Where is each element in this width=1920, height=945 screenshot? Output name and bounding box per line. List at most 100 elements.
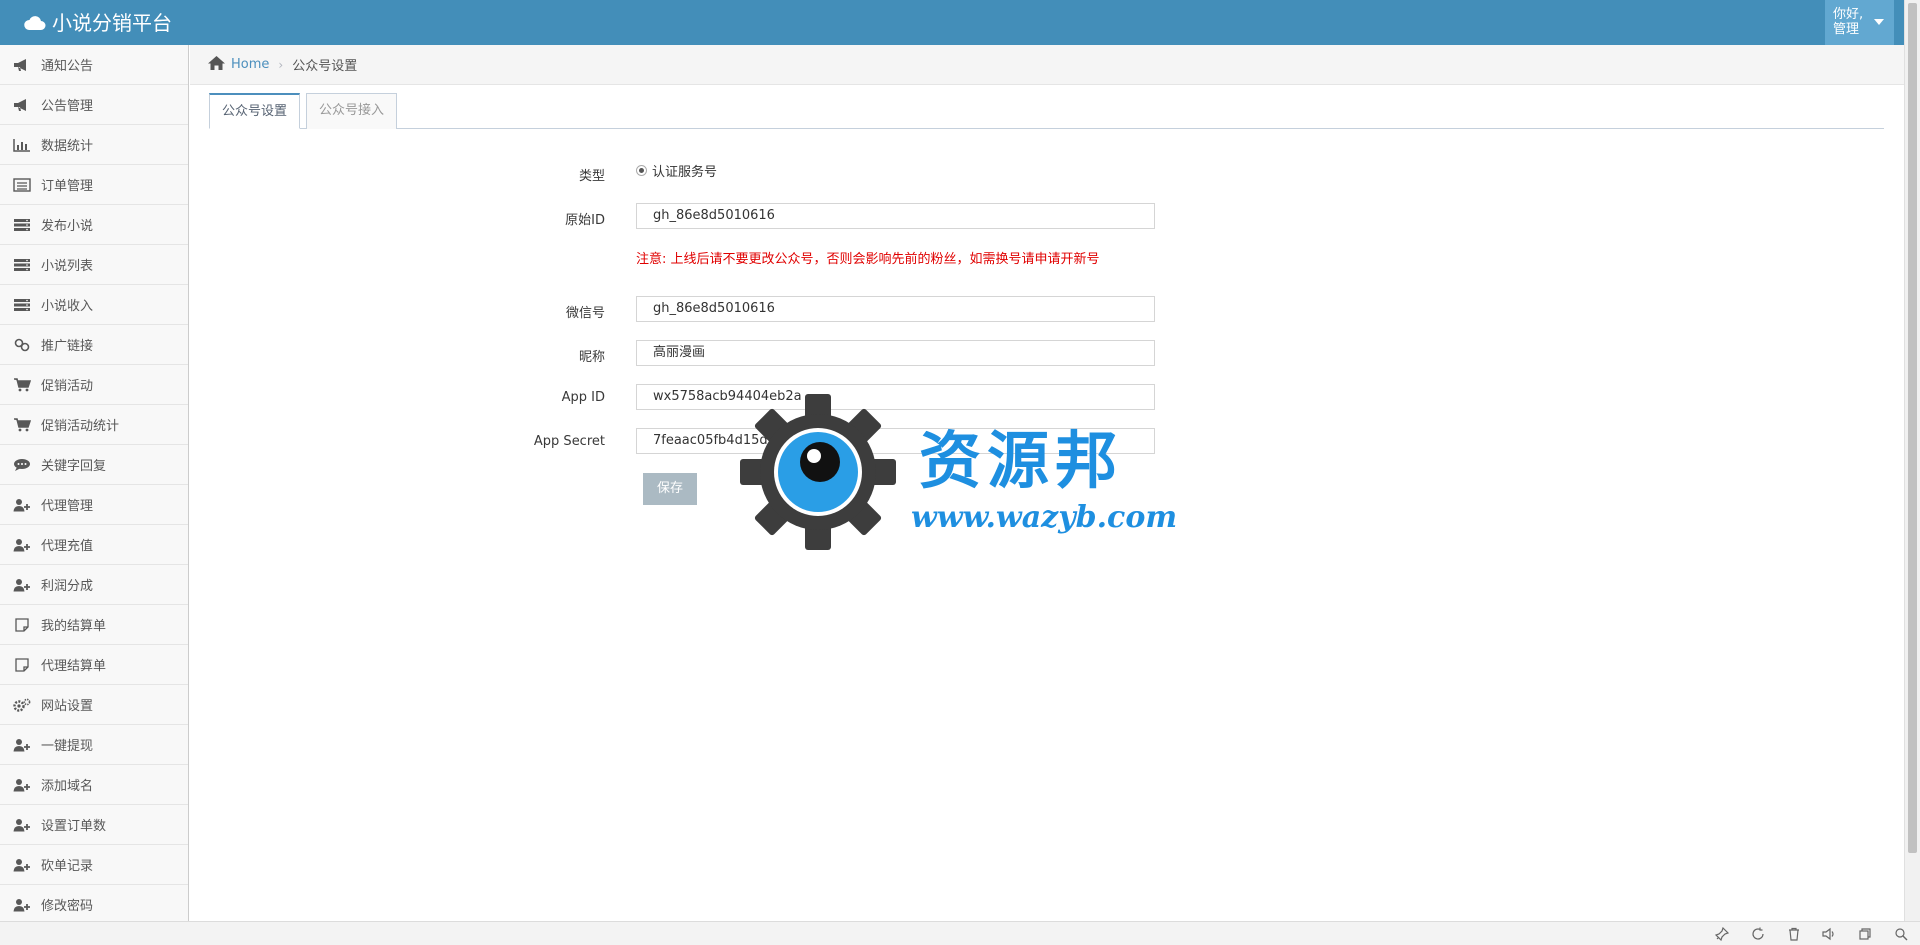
sidebar-item-label: 推广链接 xyxy=(41,339,94,354)
sidebar-item[interactable]: 代理管理 xyxy=(0,485,188,525)
brand[interactable]: 小说分销平台 xyxy=(24,0,172,45)
sidebar-item-label: 设置订单数 xyxy=(41,819,107,834)
cart-icon xyxy=(12,417,32,433)
sidebar-item[interactable]: 一键提现 xyxy=(0,725,188,765)
home-icon xyxy=(208,55,225,74)
sidebar-item[interactable]: 发布小说 xyxy=(0,205,188,245)
server-icon xyxy=(12,257,32,273)
taskbar xyxy=(0,921,1920,945)
wechat-input[interactable]: gh_86e8d5010616 xyxy=(636,296,1155,322)
sidebar-item[interactable]: 添加域名 xyxy=(0,765,188,805)
sidebar-item-label: 网站设置 xyxy=(41,699,94,714)
sidebar-item[interactable]: 订单管理 xyxy=(0,165,188,205)
sidebar-item-label: 利润分成 xyxy=(41,579,94,594)
user-name: 管理 xyxy=(1833,22,1860,37)
user-add-icon xyxy=(12,777,32,793)
sidebar-item[interactable]: 数据统计 xyxy=(0,125,188,165)
sidebar-item-label: 关键字回复 xyxy=(41,459,107,474)
sidebar-item[interactable]: 小说收入 xyxy=(0,285,188,325)
tab-account-access[interactable]: 公众号接入 xyxy=(306,93,398,129)
sidebar-item[interactable]: 推广链接 xyxy=(0,325,188,365)
original-id-input[interactable]: gh_86e8d5010616 xyxy=(636,203,1155,229)
sidebar-item-label: 代理结算单 xyxy=(41,659,107,674)
user-add-icon xyxy=(12,497,32,513)
bullhorn-icon xyxy=(12,97,32,113)
list-alt-icon xyxy=(12,177,32,193)
breadcrumb-current: 公众号设置 xyxy=(292,59,358,74)
window-restore-icon[interactable] xyxy=(1857,926,1873,942)
watermark-title: 资源邦 xyxy=(919,424,1124,497)
top-navbar: 小说分销平台 你好, 管理 xyxy=(0,0,1904,45)
tab-bar: 公众号设置 公众号接入 xyxy=(209,93,1884,129)
sidebar-item-label: 促销活动统计 xyxy=(41,419,120,434)
breadcrumb: Home › 公众号设置 xyxy=(190,45,1904,85)
sidebar-item[interactable]: 我的结算单 xyxy=(0,605,188,645)
sidebar-item[interactable]: 修改密码 xyxy=(0,885,188,925)
page-scrollbar[interactable] xyxy=(1904,0,1920,921)
cogs-icon xyxy=(12,697,32,713)
breadcrumb-home-link[interactable]: Home xyxy=(231,57,269,72)
app-secret-label: App Secret xyxy=(533,434,605,449)
volume-icon[interactable] xyxy=(1821,926,1837,942)
sidebar-item-label: 发布小说 xyxy=(41,219,94,234)
sidebar-item-label: 小说列表 xyxy=(41,259,94,274)
sidebar-item[interactable]: 通知公告 xyxy=(0,45,188,85)
sidebar-item[interactable]: 代理结算单 xyxy=(0,645,188,685)
sidebar-item[interactable]: 促销活动统计 xyxy=(0,405,188,445)
user-add-icon xyxy=(12,737,32,753)
sidebar-item[interactable]: 砍单记录 xyxy=(0,845,188,885)
bar-chart-icon xyxy=(12,137,32,153)
cart-icon xyxy=(12,377,32,393)
sidebar-item[interactable]: 促销活动 xyxy=(0,365,188,405)
sidebar-item-label: 数据统计 xyxy=(41,139,94,154)
sidebar-item-label: 一键提现 xyxy=(41,739,94,754)
sidebar-item-label: 代理充值 xyxy=(41,539,94,554)
watermark: 资源邦 www.wazyb.com xyxy=(736,392,1196,552)
note-icon xyxy=(12,657,32,673)
bullhorn-icon xyxy=(12,57,32,73)
sidebar-item-label: 促销活动 xyxy=(41,379,94,394)
sidebar-item[interactable]: 小说列表 xyxy=(0,245,188,285)
appid-label: App ID xyxy=(561,390,605,405)
server-icon xyxy=(12,217,32,233)
watermark-url: www.wazyb.com xyxy=(911,500,1178,535)
sidebar-item-label: 我的结算单 xyxy=(41,619,107,634)
sidebar-item-label: 小说收入 xyxy=(41,299,94,314)
refresh-icon[interactable] xyxy=(1750,926,1766,942)
radio-checked-icon[interactable] xyxy=(636,165,647,176)
trash-icon[interactable] xyxy=(1786,926,1802,942)
sidebar-item-label: 砍单记录 xyxy=(41,859,94,874)
chevron-right-icon: › xyxy=(278,57,284,72)
type-radio-option[interactable]: 认证服务号 xyxy=(636,161,717,180)
user-add-icon xyxy=(12,897,32,913)
user-menu-button[interactable]: 你好, 管理 xyxy=(1825,0,1894,45)
sidebar-item-label: 公告管理 xyxy=(41,99,94,114)
sidebar-item[interactable]: 代理充值 xyxy=(0,525,188,565)
wechat-label: 微信号 xyxy=(565,306,605,321)
note-icon xyxy=(12,617,32,633)
search-icon[interactable] xyxy=(1893,926,1909,942)
sidebar-item[interactable]: 公告管理 xyxy=(0,85,188,125)
user-greeting: 你好, xyxy=(1833,7,1864,22)
pin-icon[interactable] xyxy=(1714,926,1730,942)
nickname-input[interactable]: 高丽漫画 xyxy=(636,340,1155,366)
warning-text: 注意: 上线后请不要更改公众号，否则会影响先前的粉丝，如需换号请申请开新号 xyxy=(636,252,1100,267)
sidebar-item[interactable]: 利润分成 xyxy=(0,565,188,605)
sidebar-item-label: 通知公告 xyxy=(41,59,94,74)
sidebar-item[interactable]: 网站设置 xyxy=(0,685,188,725)
nickname-label: 昵称 xyxy=(578,350,605,365)
scrollbar-thumb[interactable] xyxy=(1908,3,1917,853)
sidebar-item[interactable]: 设置订单数 xyxy=(0,805,188,845)
save-button[interactable]: 保存 xyxy=(643,473,697,505)
sidebar-item-label: 代理管理 xyxy=(41,499,94,514)
user-add-icon xyxy=(12,857,32,873)
original-id-label: 原始ID xyxy=(565,213,605,228)
user-add-icon xyxy=(12,537,32,553)
comments-icon xyxy=(12,457,32,473)
cloud-icon xyxy=(24,15,46,31)
sidebar-item[interactable]: 关键字回复 xyxy=(0,445,188,485)
sidebar-item-label: 修改密码 xyxy=(41,899,94,914)
tab-account-settings[interactable]: 公众号设置 xyxy=(209,93,301,129)
type-radio-label: 认证服务号 xyxy=(652,165,718,180)
sidebar-item-label: 添加域名 xyxy=(41,779,94,794)
